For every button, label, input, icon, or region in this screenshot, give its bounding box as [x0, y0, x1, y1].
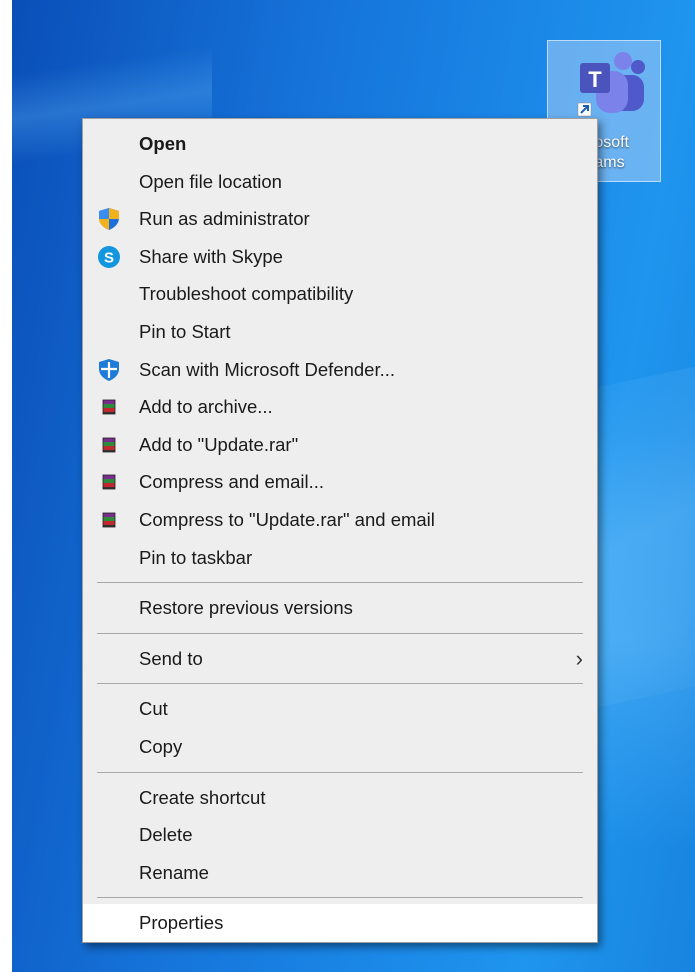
menu-item-label: Cut — [139, 698, 168, 720]
menu-item-label: Pin to taskbar — [139, 546, 253, 568]
menu-item-add-to-update-rar[interactable]: Add to "Update.rar" — [83, 426, 597, 464]
menu-item-label: Open file location — [139, 170, 282, 192]
microsoft-teams-icon: T — [577, 52, 645, 117]
menu-item-label: Restore previous versions — [139, 597, 353, 619]
menu-item-open[interactable]: Open — [83, 125, 597, 163]
menu-item-label: Rename — [139, 861, 209, 883]
winrar-icon — [102, 437, 116, 453]
context-menu: Open Open file location Run as administr… — [82, 118, 598, 943]
menu-item-compress-and-email[interactable]: Compress and email... — [83, 463, 597, 501]
menu-item-send-to[interactable]: Send to › — [83, 640, 597, 678]
menu-separator — [97, 582, 583, 584]
uac-shield-icon — [99, 208, 119, 231]
menu-item-pin-to-taskbar[interactable]: Pin to taskbar — [83, 539, 597, 577]
menu-item-label: Send to — [139, 647, 203, 669]
menu-item-label: Create shortcut — [139, 786, 266, 808]
menu-item-label: Compress to "Update.rar" and email — [139, 508, 435, 530]
menu-item-label: Properties — [139, 912, 224, 934]
menu-item-label: Compress and email... — [139, 471, 325, 493]
menu-item-label: Copy — [139, 735, 183, 757]
chevron-right-icon: › — [575, 645, 583, 671]
menu-item-label: Scan with Microsoft Defender... — [139, 358, 396, 380]
menu-item-label: Run as administrator — [139, 208, 310, 230]
menu-item-scan-with-defender[interactable]: Scan with Microsoft Defender... — [83, 351, 597, 389]
menu-item-label: Delete — [139, 824, 193, 846]
menu-item-label: Open — [139, 133, 187, 154]
skype-icon: S — [98, 245, 120, 268]
menu-item-label: Share with Skype — [139, 245, 283, 267]
menu-item-label: Add to "Update.rar" — [139, 433, 299, 455]
menu-item-rename[interactable]: Rename — [83, 854, 597, 892]
menu-separator — [97, 897, 583, 899]
svg-text:S: S — [104, 249, 114, 266]
svg-text:T: T — [588, 67, 602, 92]
menu-item-restore-previous-versions[interactable]: Restore previous versions — [83, 589, 597, 627]
menu-item-label: Add to archive... — [139, 396, 273, 418]
menu-separator — [97, 632, 583, 634]
menu-item-open-file-location[interactable]: Open file location — [83, 163, 597, 201]
menu-item-add-to-archive[interactable]: Add to archive... — [83, 388, 597, 426]
menu-separator — [97, 683, 583, 685]
menu-item-copy[interactable]: Copy — [83, 728, 597, 766]
menu-item-run-as-administrator[interactable]: Run as administrator — [83, 200, 597, 238]
menu-separator — [97, 771, 583, 773]
winrar-icon — [102, 399, 116, 415]
menu-item-cut[interactable]: Cut — [83, 690, 597, 728]
menu-item-label: Troubleshoot compatibility — [139, 283, 354, 305]
winrar-icon — [102, 474, 116, 490]
defender-icon — [99, 358, 119, 381]
menu-item-pin-to-start[interactable]: Pin to Start — [83, 313, 597, 351]
menu-item-share-with-skype[interactable]: S Share with Skype — [83, 238, 597, 276]
menu-item-properties[interactable]: Properties — [83, 904, 597, 942]
menu-item-compress-to-update-rar-and-email[interactable]: Compress to "Update.rar" and email — [83, 501, 597, 539]
menu-item-delete[interactable]: Delete — [83, 816, 597, 854]
menu-item-label: Pin to Start — [139, 320, 231, 342]
menu-item-troubleshoot-compatibility[interactable]: Troubleshoot compatibility — [83, 275, 597, 313]
menu-item-create-shortcut[interactable]: Create shortcut — [83, 779, 597, 817]
winrar-icon — [102, 512, 116, 528]
